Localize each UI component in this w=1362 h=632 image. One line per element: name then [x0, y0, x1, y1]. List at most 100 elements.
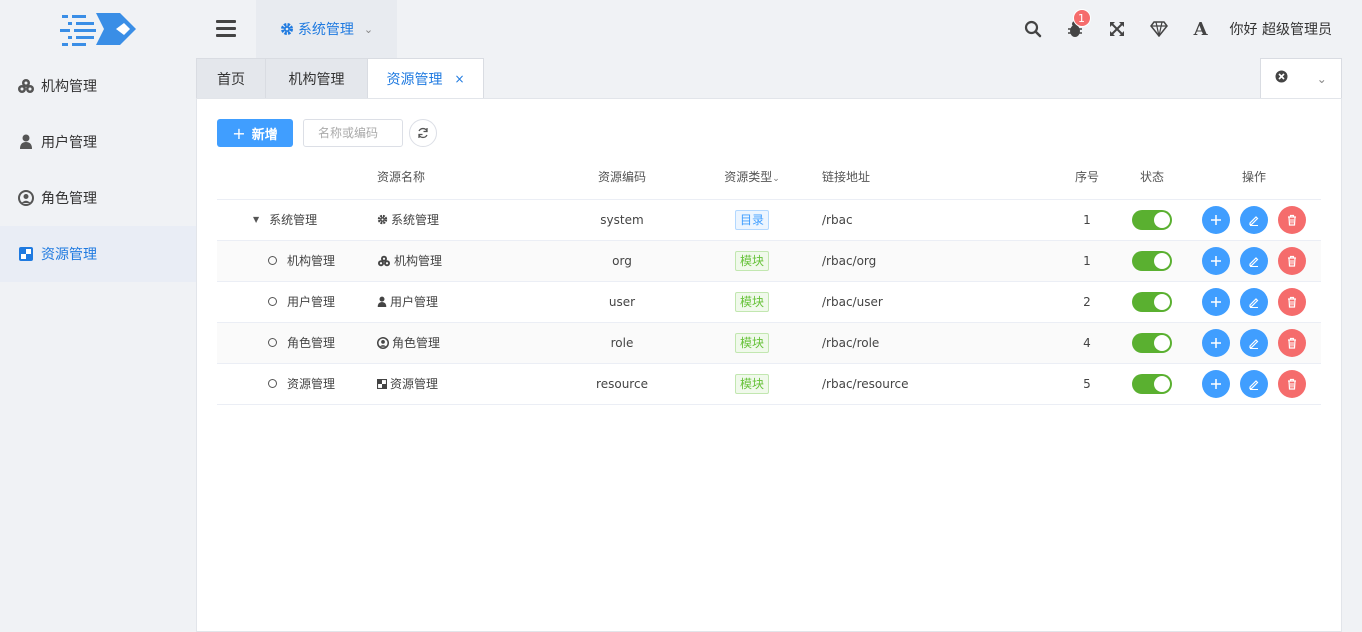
col-sort-header: 序号 — [1057, 155, 1117, 200]
tab-org[interactable]: 机构管理 — [265, 58, 368, 99]
add-child-button[interactable] — [1202, 246, 1230, 275]
notification-badge: 1 — [1072, 9, 1091, 27]
sidebar-item-label: 资源管理 — [41, 247, 97, 263]
rocket-logo-icon — [60, 13, 136, 46]
sidebar-item-org[interactable]: 机构管理 — [0, 58, 196, 114]
tab-label: 机构管理 — [288, 72, 345, 88]
delete-button[interactable] — [1278, 328, 1306, 357]
resource-code: resource — [562, 363, 682, 405]
plus-icon — [1211, 255, 1221, 266]
fullscreen-button[interactable] — [1096, 0, 1138, 58]
status-switch[interactable] — [1132, 373, 1172, 394]
table-row[interactable]: 资源管理 资源管理 resource 模块 /rbac/resource 5 — [217, 363, 1321, 405]
leaf-dot-icon — [268, 379, 277, 388]
delete-button[interactable] — [1278, 369, 1306, 398]
type-tag: 模块 — [734, 250, 769, 271]
delete-button[interactable] — [1278, 287, 1306, 316]
chevron-down-icon: ⌄ — [363, 22, 374, 36]
trash-icon — [1288, 337, 1296, 349]
edit-button[interactable] — [1240, 287, 1268, 316]
tab-bar: 首页 机构管理 资源管理 × ⌄ — [196, 58, 1342, 99]
resource-icon — [17, 245, 35, 263]
close-all-tabs-icon[interactable] — [1275, 70, 1288, 87]
chevron-down-icon[interactable]: ⌄ — [1317, 72, 1327, 86]
tree-label: 角色管理 — [287, 336, 336, 350]
edit-button[interactable] — [1240, 369, 1268, 398]
leaf-dot-icon — [268, 297, 277, 306]
col-name-header: 资源名称 — [377, 155, 562, 200]
expand-caret-icon[interactable]: ▼ — [253, 215, 259, 224]
col-status-header: 状态 — [1117, 155, 1187, 200]
tree-header — [217, 155, 377, 200]
resource-name: 系统管理 — [391, 213, 440, 227]
status-switch[interactable] — [1132, 332, 1172, 353]
sidebar: 机构管理 用户管理 角色管理 资源管理 — [0, 0, 196, 632]
add-button-label: 新增 — [251, 127, 278, 143]
sidebar-item-user[interactable]: 用户管理 — [0, 114, 196, 170]
edit-icon — [1249, 215, 1259, 226]
sidebar-item-role[interactable]: 角色管理 — [0, 170, 196, 226]
resource-icon — [377, 378, 387, 389]
table-row[interactable]: ▼ 系统管理 系统管理 system 目录 /rbac 1 — [217, 199, 1321, 241]
cubes-icon — [377, 255, 391, 267]
edit-button[interactable] — [1240, 246, 1268, 275]
resource-sort: 1 — [1057, 199, 1117, 241]
tab-home[interactable]: 首页 — [196, 58, 266, 99]
user-greeting[interactable]: 你好 超级管理员 — [1230, 19, 1332, 39]
gear-icon — [280, 23, 293, 35]
theme-button[interactable] — [1138, 0, 1180, 58]
resource-code: role — [562, 322, 682, 364]
font-size-button[interactable]: A — [1180, 0, 1222, 58]
status-switch[interactable] — [1132, 250, 1172, 271]
chevron-down-icon: ⌄ — [772, 174, 780, 185]
col-type-header[interactable]: 资源类型⌄ — [682, 155, 822, 200]
col-type-label: 资源类型 — [724, 170, 773, 185]
topmenu-label: 系统管理 — [297, 22, 354, 38]
add-child-button[interactable] — [1202, 205, 1230, 234]
type-tag: 模块 — [734, 291, 769, 312]
add-button[interactable]: + 新增 — [217, 119, 293, 147]
close-icon[interactable]: × — [454, 72, 464, 86]
user-icon — [377, 296, 387, 308]
add-child-button[interactable] — [1202, 328, 1230, 357]
edit-icon — [1249, 297, 1259, 308]
resource-sort: 1 — [1057, 240, 1117, 282]
status-switch[interactable] — [1132, 291, 1172, 312]
toolbar: + 新增 — [217, 119, 437, 147]
sidebar-item-label: 角色管理 — [41, 191, 97, 207]
fullscreen-icon — [1109, 22, 1124, 36]
resource-code: system — [562, 199, 682, 241]
refresh-icon — [418, 127, 428, 139]
delete-button[interactable] — [1278, 246, 1306, 275]
cubes-icon — [17, 77, 35, 95]
topmenu-system[interactable]: 系统管理 ⌄ — [256, 0, 397, 58]
logo[interactable] — [0, 0, 196, 58]
type-tag: 模块 — [734, 332, 769, 353]
resource-sort: 5 — [1057, 363, 1117, 405]
menu-toggle-icon[interactable] — [216, 20, 236, 38]
tree-label: 资源管理 — [287, 377, 336, 391]
table-row[interactable]: 角色管理 角色管理 role 模块 /rbac/role 4 — [217, 322, 1321, 364]
main-content: + 新增 资源名称 资源编码 资源类型⌄ 链接地址 序号 状态 操作 ▼ 系统管理 — [196, 98, 1342, 632]
sidebar-item-label: 用户管理 — [41, 135, 97, 151]
refresh-button[interactable] — [409, 119, 437, 147]
bug-button[interactable]: 1 — [1054, 0, 1096, 58]
add-child-button[interactable] — [1202, 287, 1230, 316]
tab-resource[interactable]: 资源管理 × — [367, 58, 484, 99]
resource-code: user — [562, 281, 682, 323]
sidebar-item-resource[interactable]: 资源管理 — [0, 226, 196, 282]
search-input[interactable] — [303, 119, 403, 147]
trash-icon — [1288, 214, 1296, 226]
tree-label: 用户管理 — [287, 295, 336, 309]
resource-url: /rbac/resource — [822, 363, 1057, 405]
status-switch[interactable] — [1132, 209, 1172, 230]
table-row[interactable]: 用户管理 用户管理 user 模块 /rbac/user 2 — [217, 281, 1321, 323]
edit-button[interactable] — [1240, 328, 1268, 357]
table-row[interactable]: 机构管理 机构管理 org 模块 /rbac/org 1 — [217, 240, 1321, 282]
leaf-dot-icon — [268, 338, 277, 347]
plus-icon — [1211, 296, 1221, 307]
delete-button[interactable] — [1278, 205, 1306, 234]
add-child-button[interactable] — [1202, 369, 1230, 398]
search-button[interactable] — [1012, 0, 1054, 58]
edit-button[interactable] — [1240, 205, 1268, 234]
